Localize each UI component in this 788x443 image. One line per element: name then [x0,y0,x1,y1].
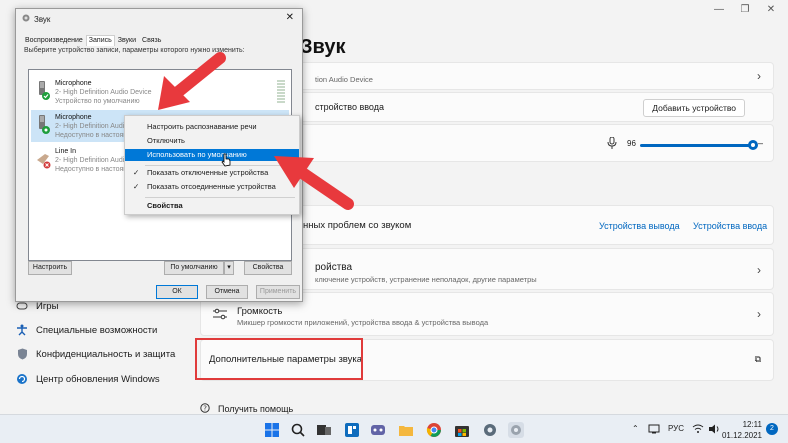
wifi-icon[interactable] [692,424,704,436]
mixer-icon [213,308,227,322]
check-icon: ✓ [133,168,140,177]
maximize-icon[interactable]: ❐ [734,4,756,15]
nav-item-privacy[interactable]: Конфиденциальность и защита [16,348,175,360]
all-devices-sub: ключение устройств, устранение неполадок… [315,275,537,284]
svg-text:?: ? [203,405,207,413]
chevron-down-icon[interactable]: ▾ [224,261,234,275]
level-meter [277,80,285,104]
microphone-icon [35,114,51,136]
nav-item-windows-update[interactable]: Центр обновления Windows [16,373,160,385]
file-explorer-icon[interactable] [398,422,414,438]
volume-slider-track[interactable] [640,144,752,147]
nav-label: Центр обновления Windows [36,373,160,385]
nav-label: Игры [36,300,59,312]
highlight-box [195,338,363,380]
dialog-title: Звук [34,14,51,24]
tab-playback[interactable]: Воспроизведение [22,35,86,46]
speaker-icon [22,14,30,24]
configure-button[interactable]: Настроить [28,261,72,275]
network-icon[interactable] [648,424,660,436]
device-driver: 2- High Definition Audio Device [55,89,152,96]
chevron-right-icon: › [757,307,761,321]
mixer-title: Громкость [237,306,283,317]
dialog-titlebar: Звук [22,14,50,24]
volume-value: 96 [627,139,636,148]
mixer-sub: Микшер громкости приложений, устройства … [237,318,489,327]
menu-item-speech-recognition[interactable]: Настроить распознавание речи [125,121,299,133]
chrome-icon[interactable] [426,422,442,438]
chevron-right-icon: › [757,263,761,277]
more-icon[interactable]: – [758,138,763,148]
taskbar: ⌃ РУС 12:11 01.12.2021 2 [0,414,788,443]
clock-date: 01.12.2021 [721,431,762,440]
device-name: Microphone [55,80,92,87]
apply-button[interactable]: Применить [256,285,300,299]
properties-button[interactable]: Свойства [244,261,292,275]
external-link-icon: ⧉ [754,354,761,364]
microphone-icon [607,136,617,151]
arrow-icon [158,52,226,110]
speaker-icon[interactable] [708,424,720,436]
tab-sounds[interactable]: Звуки [115,35,139,46]
close-icon[interactable]: ✕ [760,4,782,15]
chevron-right-icon: › [757,69,761,83]
troubleshoot-label: нных проблем со звуком [303,220,412,231]
widgets-icon[interactable] [344,422,360,438]
accessibility-icon [16,324,28,336]
output-devices-link[interactable]: Устройства вывода [599,221,680,231]
cancel-button[interactable]: Отмена [206,285,248,299]
add-input-label: стройство ввода [315,102,384,112]
ok-button[interactable]: ОК [156,285,198,299]
device-status: Устройство по умолчанию [55,98,140,105]
input-devices-link[interactable]: Устройства ввода [693,221,767,231]
store-icon[interactable] [454,422,470,438]
arrow-icon [274,156,354,210]
microphone-icon [35,80,51,102]
update-icon [16,373,28,385]
minimize-icon[interactable]: — [708,4,730,15]
menu-item-disable[interactable]: Отключить [125,135,299,147]
volume-slider-thumb[interactable] [748,140,758,150]
set-default-button[interactable]: По умолчанию [164,261,224,275]
tab-communications[interactable]: Связь [139,35,164,46]
notification-badge[interactable]: 2 [766,423,778,435]
nav-item-accessibility[interactable]: Специальные возможности [16,324,157,336]
nav-label: Специальные возможности [36,324,158,336]
language-indicator[interactable]: РУС [668,424,684,433]
task-view-icon[interactable] [316,422,332,438]
clock-time: 12:11 [742,420,762,429]
menu-item-label: Показать отсоединенные устройства [147,182,276,191]
settings-icon[interactable] [482,422,498,438]
menu-item-label: Показать отключенные устройства [147,168,269,177]
help-label: Получить помощь [218,404,294,414]
start-icon[interactable] [264,422,280,438]
hand-cursor-icon [221,153,231,167]
tab-recording[interactable]: Запись [85,35,115,46]
search-icon[interactable] [290,422,306,438]
close-icon[interactable]: ✕ [286,12,294,23]
shield-icon [16,348,28,360]
chat-icon[interactable] [370,422,386,438]
all-devices-title: ройства [315,262,353,273]
page-title: Звук [300,36,346,58]
dialog-tabs: Воспроизведение Запись Звуки Связь [22,35,164,46]
nav-label: Конфиденциальность и защита [36,348,176,360]
check-icon: ✓ [133,182,140,191]
line-in-icon [35,148,51,170]
chevron-up-icon[interactable]: ⌃ [632,424,639,433]
output-device-sub: tion Audio Device [315,75,373,84]
add-device-button[interactable]: Добавить устройство [643,99,745,117]
clock[interactable]: 12:11 01.12.2021 [722,419,762,441]
sound-app-icon[interactable] [508,422,524,438]
